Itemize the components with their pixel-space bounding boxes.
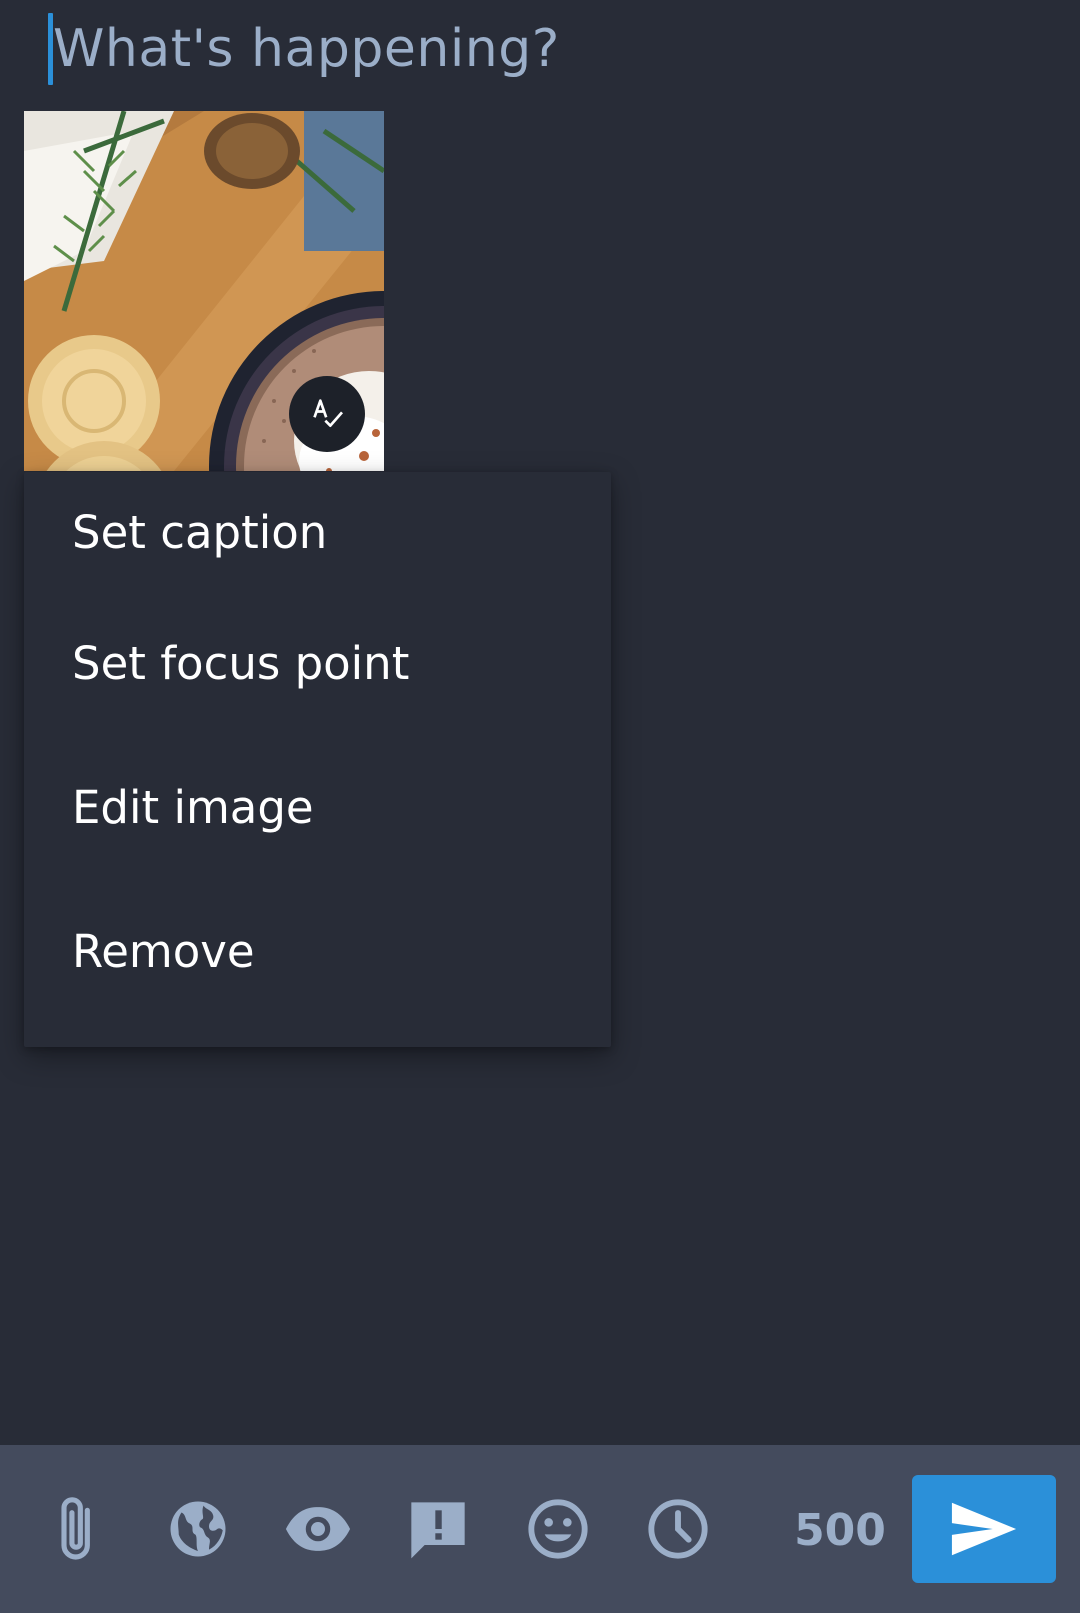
menu-item-remove[interactable]: Remove [24, 880, 611, 1024]
send-button[interactable] [912, 1475, 1056, 1583]
menu-item-edit-image[interactable]: Edit image [24, 736, 611, 880]
eye-icon [285, 1507, 351, 1551]
compose-toolbar: 500 [0, 1445, 1080, 1613]
schedule-button[interactable] [638, 1489, 718, 1569]
compose-screen: What's happening? Set caption Set focus … [0, 0, 1080, 1613]
paperclip-icon [61, 1497, 90, 1560]
alt-text-badge[interactable] [289, 376, 365, 452]
menu-item-set-caption[interactable]: Set caption [24, 472, 611, 592]
send-icon [951, 1502, 1017, 1556]
alert-bubble-icon [411, 1502, 465, 1559]
visibility-button[interactable] [158, 1489, 238, 1569]
compose-text-input[interactable]: What's happening? [48, 13, 1048, 85]
menu-item-set-focus-point[interactable]: Set focus point [24, 592, 611, 736]
emoji-button[interactable] [518, 1489, 598, 1569]
content-warning-button[interactable] [278, 1489, 358, 1569]
clock-icon [648, 1499, 708, 1559]
attach-button[interactable] [38, 1489, 118, 1569]
spellcheck-icon [313, 399, 344, 427]
character-counter: 500 [794, 1504, 886, 1556]
attachment-context-menu: Set caption Set focus point Edit image R… [24, 472, 611, 1047]
emoji-icon [528, 1499, 588, 1559]
globe-icon [170, 1501, 226, 1557]
compose-placeholder: What's happening? [53, 19, 560, 79]
poll-or-warning-button[interactable] [398, 1489, 478, 1569]
